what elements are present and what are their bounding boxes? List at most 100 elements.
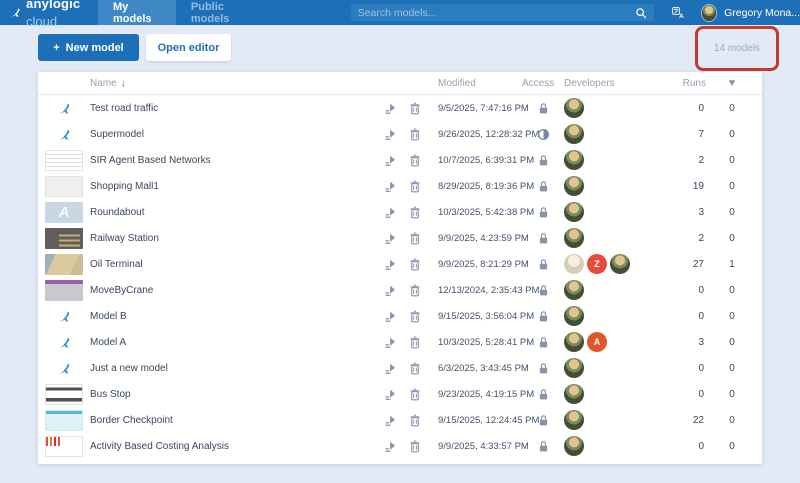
delete-icon[interactable] bbox=[402, 388, 428, 401]
export-model-icon[interactable] bbox=[378, 440, 402, 453]
model-row[interactable]: Supermodel 9/26/2025, 12:28:32 PM 7 0 bbox=[38, 121, 762, 147]
developer-avatar bbox=[564, 280, 584, 300]
favorites-count: 0 bbox=[710, 207, 754, 218]
developer-avatar bbox=[564, 358, 584, 378]
modified-date: 8/29/2025, 8:19:36 PM bbox=[428, 181, 522, 192]
access-cell bbox=[522, 128, 564, 141]
delete-icon[interactable] bbox=[402, 362, 428, 375]
modified-date: 10/3/2025, 5:42:38 PM bbox=[428, 207, 522, 218]
delete-icon[interactable] bbox=[402, 102, 428, 115]
model-row[interactable]: Model A 10/3/2025, 5:28:41 PM A 3 0 bbox=[38, 329, 762, 355]
model-thumbnail bbox=[45, 384, 83, 405]
sort-down-icon[interactable]: ↓ bbox=[121, 78, 126, 89]
language-icon[interactable]: A bbox=[672, 6, 685, 20]
private-lock-icon bbox=[537, 180, 550, 193]
delete-icon[interactable] bbox=[402, 258, 428, 271]
export-model-icon[interactable] bbox=[378, 284, 402, 297]
access-cell bbox=[522, 336, 564, 349]
export-model-icon[interactable] bbox=[378, 232, 402, 245]
model-thumbnail bbox=[45, 280, 83, 301]
developer-avatar bbox=[610, 254, 630, 274]
model-name-link[interactable]: Bus Stop bbox=[86, 389, 378, 400]
column-header-name[interactable]: Name ↓ bbox=[86, 78, 378, 89]
export-model-icon[interactable] bbox=[378, 258, 402, 271]
search-icon[interactable] bbox=[635, 7, 647, 19]
model-row[interactable]: Railway Station 9/9/2025, 4:23:59 PM 2 0 bbox=[38, 225, 762, 251]
modified-date: 10/7/2025, 6:39:31 PM bbox=[428, 155, 522, 166]
table-header-row: Name ↓ Modified Access Developers Runs ♥ bbox=[38, 72, 762, 95]
column-header-modified[interactable]: Modified bbox=[428, 78, 522, 89]
developer-avatar bbox=[564, 410, 584, 430]
delete-icon[interactable] bbox=[402, 440, 428, 453]
delete-icon[interactable] bbox=[402, 336, 428, 349]
model-name-link[interactable]: Model A bbox=[86, 337, 378, 348]
delete-icon[interactable] bbox=[402, 232, 428, 245]
tab-public-models[interactable]: Public models bbox=[176, 0, 269, 25]
access-cell bbox=[522, 154, 564, 167]
new-model-button[interactable]: + New model bbox=[38, 34, 139, 61]
model-name-link[interactable]: Activity Based Costing Analysis bbox=[86, 441, 378, 452]
search-box[interactable] bbox=[351, 4, 654, 21]
user-name[interactable]: Gregory Mona... bbox=[724, 7, 800, 19]
export-model-icon[interactable] bbox=[378, 102, 402, 115]
model-icon-cell bbox=[42, 436, 86, 457]
model-thumbnail bbox=[45, 150, 83, 171]
export-model-icon[interactable] bbox=[378, 414, 402, 427]
developers-cell bbox=[564, 436, 666, 456]
access-cell bbox=[522, 232, 564, 245]
user-avatar[interactable] bbox=[702, 5, 716, 21]
export-model-icon[interactable] bbox=[378, 128, 402, 141]
developers-cell bbox=[564, 150, 666, 170]
delete-icon[interactable] bbox=[402, 128, 428, 141]
model-row[interactable]: Test road traffic 9/5/2025, 7:47:16 PM 0… bbox=[38, 95, 762, 121]
delete-icon[interactable] bbox=[402, 206, 428, 219]
column-header-runs[interactable]: Runs bbox=[666, 78, 710, 89]
plus-icon: + bbox=[53, 42, 59, 54]
model-name-link[interactable]: Railway Station bbox=[86, 233, 378, 244]
model-row[interactable]: Shopping Mall1 8/29/2025, 8:19:36 PM 19 … bbox=[38, 173, 762, 199]
export-model-icon[interactable] bbox=[378, 206, 402, 219]
developer-avatar bbox=[564, 150, 584, 170]
open-editor-button[interactable]: Open editor bbox=[146, 34, 231, 61]
tab-my-models[interactable]: My models bbox=[98, 0, 176, 25]
model-row[interactable]: Roundabout 10/3/2025, 5:42:38 PM 3 0 bbox=[38, 199, 762, 225]
search-input[interactable] bbox=[358, 7, 635, 19]
delete-icon[interactable] bbox=[402, 284, 428, 297]
model-name-link[interactable]: Border Checkpoint bbox=[86, 415, 378, 426]
model-row[interactable]: SIR Agent Based Networks 10/7/2025, 6:39… bbox=[38, 147, 762, 173]
model-name-link[interactable]: MoveByCrane bbox=[86, 285, 378, 296]
model-name-link[interactable]: SIR Agent Based Networks bbox=[86, 155, 378, 166]
model-row[interactable]: Model B 9/15/2025, 3:56:04 PM 0 0 bbox=[38, 303, 762, 329]
delete-icon[interactable] bbox=[402, 414, 428, 427]
model-name-link[interactable]: Roundabout bbox=[86, 207, 378, 218]
export-model-icon[interactable] bbox=[378, 362, 402, 375]
model-name-link[interactable]: Shopping Mall1 bbox=[86, 181, 378, 192]
favorites-heart-icon[interactable]: ♥ bbox=[710, 77, 754, 89]
delete-icon[interactable] bbox=[402, 154, 428, 167]
modified-date: 9/9/2025, 4:23:59 PM bbox=[428, 233, 522, 244]
model-row[interactable]: Activity Based Costing Analysis 9/9/2025… bbox=[38, 433, 762, 459]
model-name-link[interactable]: Just a new model bbox=[86, 363, 378, 374]
delete-icon[interactable] bbox=[402, 180, 428, 193]
model-name-link[interactable]: Supermodel bbox=[86, 129, 378, 140]
model-row[interactable]: Border Checkpoint 9/15/2025, 12:24:45 PM… bbox=[38, 407, 762, 433]
export-model-icon[interactable] bbox=[378, 180, 402, 193]
export-model-icon[interactable] bbox=[378, 336, 402, 349]
access-cell bbox=[522, 362, 564, 375]
model-name-link[interactable]: Oil Terminal bbox=[86, 259, 378, 270]
model-row[interactable]: Oil Terminal 9/9/2025, 8:21:29 PM Z 27 1 bbox=[38, 251, 762, 277]
export-model-icon[interactable] bbox=[378, 154, 402, 167]
model-name-link[interactable]: Model B bbox=[86, 311, 378, 322]
delete-icon[interactable] bbox=[402, 310, 428, 323]
developers-cell bbox=[564, 306, 666, 326]
model-row[interactable]: Just a new model 6/3/2025, 3:43:45 PM 0 … bbox=[38, 355, 762, 381]
column-header-developers: Developers bbox=[564, 78, 666, 89]
model-row[interactable]: Bus Stop 9/23/2025, 4:19:15 PM 0 0 bbox=[38, 381, 762, 407]
export-model-icon[interactable] bbox=[378, 388, 402, 401]
favorites-count: 0 bbox=[710, 311, 754, 322]
model-row[interactable]: MoveByCrane 12/13/2024, 2:35:43 PM 0 0 bbox=[38, 277, 762, 303]
model-name-link[interactable]: Test road traffic bbox=[86, 103, 378, 114]
modified-date: 9/5/2025, 7:47:16 PM bbox=[428, 103, 522, 114]
export-model-icon[interactable] bbox=[378, 310, 402, 323]
model-thumbnail bbox=[45, 254, 83, 275]
